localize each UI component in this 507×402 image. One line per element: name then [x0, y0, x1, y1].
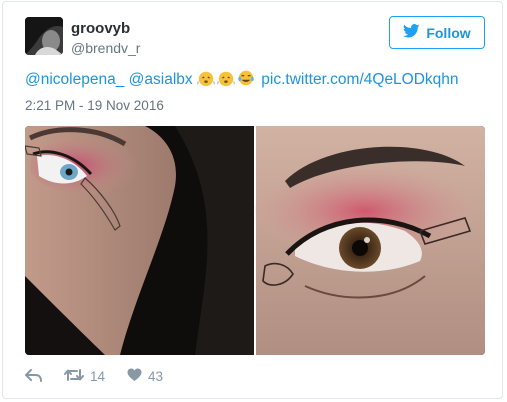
follow-button[interactable]: Follow — [389, 16, 485, 49]
display-name[interactable]: groovyb — [71, 20, 130, 37]
retweet-count: 14 — [90, 368, 106, 384]
follow-label: Follow — [426, 24, 471, 41]
photo-right[interactable] — [255, 126, 485, 355]
user-handle[interactable]: @brendv_r — [71, 40, 140, 56]
avatar[interactable] — [25, 17, 63, 55]
timestamp[interactable]: 2:21 PM - 19 Nov 2016 — [25, 98, 164, 113]
mention-link[interactable]: @asialbx — [129, 71, 193, 88]
face-with-steam-icon — [196, 69, 216, 94]
like-button[interactable]: 43 — [127, 368, 163, 385]
heart-icon — [127, 368, 142, 385]
twitter-bird-icon — [403, 24, 420, 41]
mention-link[interactable]: @nicolepena_ — [25, 71, 124, 88]
tweet-card: groovyb @brendv_r Follow @nicolepena_ @a… — [2, 1, 503, 399]
tweet-text: @nicolepena_ @asialbx pic.twitter.com/4Q… — [25, 69, 459, 94]
retweet-button[interactable]: 14 — [64, 368, 105, 385]
retweet-icon — [64, 368, 84, 385]
reply-button[interactable] — [25, 368, 42, 385]
face-with-steam-icon — [216, 69, 236, 94]
tweet-actions: 14 43 — [25, 366, 185, 386]
tears-of-joy-icon — [237, 69, 255, 94]
media-grid[interactable] — [25, 126, 485, 355]
like-count: 43 — [148, 368, 164, 384]
reply-icon — [25, 368, 42, 385]
photo-left[interactable] — [25, 126, 254, 355]
media-link[interactable]: pic.twitter.com/4QeLODkqhn — [261, 71, 458, 88]
